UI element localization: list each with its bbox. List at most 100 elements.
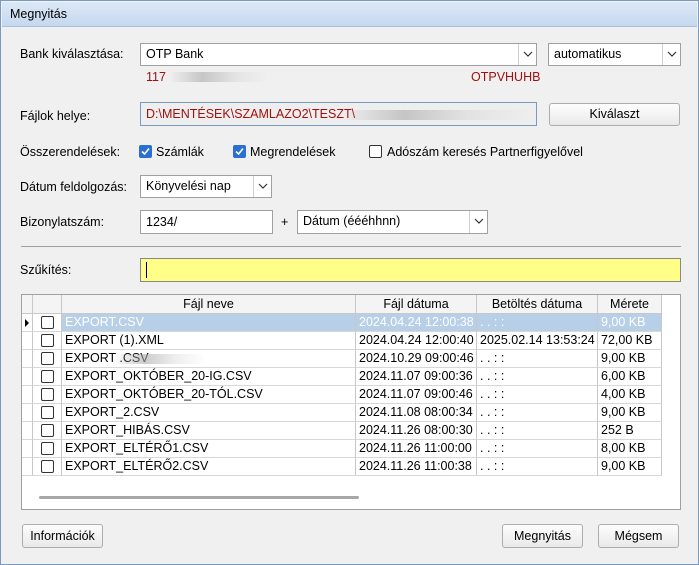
date-processing-select[interactable]: Könyvelési nap (140, 175, 272, 198)
bank-select[interactable]: OTP Bank (140, 43, 537, 66)
cell-name[interactable]: EXPORT_HIBÁS.CSV (62, 422, 356, 440)
file-table[interactable]: Fájl neve Fájl dátuma Betöltés dátuma Mé… (21, 294, 681, 510)
chevron-down-icon[interactable] (469, 211, 487, 233)
cell-file-date[interactable]: 2024.11.07 09:00:36 (356, 368, 477, 386)
row-checkbox[interactable] (41, 406, 54, 419)
table-row[interactable]: EXPORT_HIBÁS.CSV 2024.11.26 08:00:30. . :… (22, 422, 680, 440)
cell-name[interactable]: EXPORT_2.CSV (62, 404, 356, 422)
row-indicator[interactable] (22, 386, 33, 404)
row-checkbox[interactable] (41, 334, 54, 347)
table-row[interactable]: EXPORT_2.CSV 2024.11.08 08:00:34. . : :9,… (22, 404, 680, 422)
row-indicator[interactable] (22, 314, 33, 332)
cell-size[interactable]: 9,00 KB (598, 458, 662, 476)
redacted-mark (114, 354, 206, 364)
cell-load-date[interactable]: . . : : (477, 458, 598, 476)
row-indicator[interactable] (22, 404, 33, 422)
cell-file-date[interactable]: 2024.04.24 12:00:40 (356, 332, 477, 350)
cell-file-date[interactable]: 2024.04.24 12:00:38 (356, 314, 477, 332)
row-checkbox[interactable] (41, 370, 54, 383)
table-row[interactable]: EXPORT .CSV 2024.10.29 09:00:46. . : :9,0… (22, 350, 680, 368)
chevron-down-icon[interactable] (662, 44, 680, 65)
cell-file-date[interactable]: 2024.11.07 09:00:46 (356, 386, 477, 404)
horizontal-scrollbar[interactable] (39, 496, 359, 499)
cell-name[interactable]: EXPORT .CSV (62, 350, 356, 368)
table-row[interactable]: EXPORT (1).XML 2024.04.24 12:00:40 2025.02… (22, 332, 680, 350)
cell-file-date[interactable]: 2024.11.26 11:00:38 (356, 458, 477, 476)
cell-file-date[interactable]: 2024.11.08 08:00:34 (356, 404, 477, 422)
taxnumber-search-label: Adószám keresés Partnerfigyelővel (387, 145, 583, 159)
cell-load-date[interactable]: . . : : (477, 350, 598, 368)
cell-name[interactable]: EXPORT (1).XML (62, 332, 356, 350)
voucher-prefix-input[interactable]: 1234/ (140, 210, 273, 234)
cell-size[interactable]: 6,00 KB (598, 368, 662, 386)
cell-name[interactable]: EXPORT_ELTÉRŐ1.CSV (62, 440, 356, 458)
browse-button[interactable]: Kiválaszt (549, 103, 680, 126)
cell-file-date[interactable]: 2024.11.26 08:00:30 (356, 422, 477, 440)
row-checkbox[interactable] (41, 316, 54, 329)
cell-file-date[interactable]: 2024.11.26 11:00:00 (356, 440, 477, 458)
table-row[interactable]: EXPORT_ELTÉRŐ2.CSV 2024.11.26 11:00:38. .… (22, 458, 680, 476)
cell-load-date[interactable]: . . : : (477, 440, 598, 458)
cell-name[interactable]: EXPORT_OKTÓBER_20-IG.CSV (62, 368, 356, 386)
column-header-load-date[interactable]: Betöltés dátuma (477, 295, 598, 314)
voucher-format-select[interactable]: Dátum (éééhhnn) (297, 210, 488, 234)
cell-load-date[interactable]: . . : : (477, 422, 598, 440)
cell-size[interactable]: 9,00 KB (598, 350, 662, 368)
cell-file-date[interactable]: 2024.10.29 09:00:46 (356, 350, 477, 368)
row-checkbox[interactable] (41, 442, 54, 455)
filter-label: Szűkítés: (20, 263, 72, 277)
row-indicator[interactable] (22, 368, 33, 386)
cancel-button[interactable]: Mégsem (598, 524, 679, 548)
cell-size[interactable]: 252 B (598, 422, 662, 440)
voucher-prefix: 1234/ (146, 215, 178, 229)
cell-load-date[interactable]: . . : : (477, 404, 598, 422)
info-button[interactable]: Információk (22, 524, 103, 548)
cancel-button-label: Mégsem (614, 529, 663, 543)
date-processing-selected: Könyvelési nap (146, 179, 231, 193)
chevron-down-icon[interactable] (253, 176, 271, 197)
chevron-down-icon[interactable] (518, 44, 536, 65)
cell-size[interactable]: 9,00 KB (598, 314, 662, 332)
cell-size[interactable]: 9,00 KB (598, 404, 662, 422)
table-row[interactable]: EXPORT_ELTÉRŐ1.CSV 2024.11.26 11:00:00. .… (22, 440, 680, 458)
bank-mode-select[interactable]: automatikus (548, 43, 681, 66)
taxnumber-search-checkbox[interactable] (369, 145, 382, 158)
column-header-size[interactable]: Mérete (598, 295, 662, 314)
files-path-input[interactable]: D:\MENTÉSEK\SZAMLAZO2\TESZT\ (140, 102, 537, 126)
row-indicator[interactable] (22, 350, 33, 368)
table-row[interactable]: EXPORT.CSV 2024.04.24 12:00:38. . : :9,00… (22, 314, 680, 332)
current-row-arrow-icon (25, 319, 29, 327)
row-checkbox-cell (33, 350, 62, 368)
row-checkbox[interactable] (41, 460, 54, 473)
row-indicator[interactable] (22, 332, 33, 350)
filter-input[interactable] (140, 258, 681, 282)
row-checkbox[interactable] (41, 388, 54, 401)
cell-name[interactable]: EXPORT.CSV (62, 314, 356, 332)
row-indicator[interactable] (22, 458, 33, 476)
info-button-label: Információk (30, 529, 95, 543)
row-indicator[interactable] (22, 440, 33, 458)
row-checkbox[interactable] (41, 424, 54, 437)
column-header-file-date[interactable]: Fájl dátuma (356, 295, 477, 314)
table-row[interactable]: EXPORT_OKTÓBER_20-TÓL.CSV 2024.11.07 09:0… (22, 386, 680, 404)
checkbox-column-header (33, 295, 62, 314)
row-checkbox[interactable] (41, 352, 54, 365)
row-indicator[interactable] (22, 422, 33, 440)
open-button-label: Megnyitás (514, 529, 571, 543)
cell-name[interactable]: EXPORT_ELTÉRŐ2.CSV (62, 458, 356, 476)
cell-load-date[interactable]: . . : : (477, 314, 598, 332)
cell-load-date[interactable]: . . : : (477, 386, 598, 404)
cell-size[interactable]: 8,00 KB (598, 440, 662, 458)
invoices-checkbox[interactable] (139, 145, 152, 158)
open-button[interactable]: Megnyitás (502, 524, 583, 548)
bank-swift: OTPVHUHB (471, 70, 541, 84)
table-row[interactable]: EXPORT_OKTÓBER_20-IG.CSV 2024.11.07 09:00… (22, 368, 680, 386)
cell-size[interactable]: 4,00 KB (598, 386, 662, 404)
cell-size[interactable]: 72,00 KB (598, 332, 662, 350)
orders-checkbox[interactable] (233, 145, 246, 158)
separator (21, 246, 681, 247)
cell-load-date[interactable]: 2025.02.14 13:53:24 (477, 332, 598, 350)
cell-name[interactable]: EXPORT_OKTÓBER_20-TÓL.CSV (62, 386, 356, 404)
column-header-name[interactable]: Fájl neve (62, 295, 356, 314)
cell-load-date[interactable]: . . : : (477, 368, 598, 386)
